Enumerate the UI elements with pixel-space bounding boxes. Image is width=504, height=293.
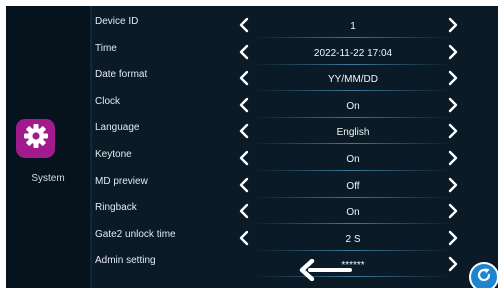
setting-label-date-format: Date format xyxy=(95,69,148,81)
chevron-left-icon[interactable] xyxy=(237,150,251,166)
setting-value-md-preview: Off xyxy=(346,180,360,192)
setting-row-ringback[interactable]: Ringback On xyxy=(92,198,498,225)
setting-label-clock: Clock xyxy=(95,95,121,107)
chevron-right-icon[interactable] xyxy=(446,123,460,139)
chevron-left-icon[interactable] xyxy=(237,203,251,219)
system-label: System xyxy=(31,173,65,184)
setting-value-admin-setting: ****** xyxy=(341,260,365,272)
chevron-right-icon[interactable] xyxy=(446,70,460,86)
chevron-left-icon[interactable] xyxy=(237,230,251,246)
setting-row-date-format[interactable]: Date format YY/MM/DD xyxy=(92,65,498,92)
setting-label-device-id: Device ID xyxy=(95,16,139,27)
setting-label-time: Time xyxy=(95,42,117,54)
setting-value-device-id: 1 xyxy=(350,21,356,32)
chevron-right-icon[interactable] xyxy=(446,230,460,246)
chevron-left-icon[interactable] xyxy=(237,177,251,193)
chevron-left-icon[interactable] xyxy=(237,97,251,113)
setting-value-date-format: YY/MM/DD xyxy=(328,74,378,86)
setting-value-time: 2022-11-22 17:04 xyxy=(313,47,393,59)
gear-icon xyxy=(22,122,50,155)
setting-label-md-preview: MD preview xyxy=(95,175,148,187)
system-menu-button[interactable] xyxy=(16,119,55,158)
chevron-right-icon[interactable] xyxy=(446,17,460,33)
chevron-left-icon[interactable] xyxy=(237,70,251,86)
left-arrow-icon xyxy=(298,258,352,282)
setting-label-language: Language xyxy=(95,122,140,134)
setting-row-admin-setting[interactable]: Admin setting ****** xyxy=(92,251,498,278)
setting-value-ringback: On xyxy=(346,207,360,219)
chevron-left-icon[interactable] xyxy=(237,17,251,33)
chevron-right-icon[interactable] xyxy=(446,177,460,193)
setting-row-keytone[interactable]: Keytone On xyxy=(92,145,498,171)
setting-label-ringback: Ringback xyxy=(95,202,137,214)
setting-label-admin-setting: Admin setting xyxy=(95,255,156,267)
chevron-left-icon[interactable] xyxy=(237,44,251,60)
setting-row-clock[interactable]: Clock On xyxy=(92,92,498,118)
chevron-right-icon[interactable] xyxy=(446,203,460,219)
setting-value-clock: On xyxy=(346,100,360,112)
row-divider xyxy=(252,276,452,278)
setting-row-gate2-unlock-time[interactable]: Gate2 unlock time 2 S xyxy=(92,225,498,251)
settings-screen: System Device ID 1 Time 2022-11-22 17:04 Dat… xyxy=(6,6,498,288)
chevron-right-icon[interactable] xyxy=(446,97,460,113)
setting-value-gate2-unlock-time: 2 S xyxy=(345,233,361,245)
refresh-icon xyxy=(475,266,493,289)
chevron-right-icon[interactable] xyxy=(446,256,460,272)
chevron-right-icon[interactable] xyxy=(446,44,460,60)
device-frame: System Device ID 1 Time 2022-11-22 17:04 Dat… xyxy=(0,0,504,293)
setting-label-keytone: Keytone xyxy=(95,149,132,160)
settings-list: Device ID 1 Time 2022-11-22 17:04 Date forma… xyxy=(92,6,498,288)
setting-row-md-preview[interactable]: MD preview Off xyxy=(92,172,498,198)
setting-value-language: English xyxy=(336,127,370,139)
refresh-button[interactable] xyxy=(469,262,498,288)
setting-row-language[interactable]: Language English xyxy=(92,118,498,145)
sidebar: System xyxy=(6,6,90,288)
chevron-right-icon[interactable] xyxy=(446,150,460,166)
setting-value-keytone: On xyxy=(346,154,360,165)
setting-row-device-id[interactable]: Device ID 1 xyxy=(92,12,498,38)
chevron-left-icon[interactable] xyxy=(237,123,251,139)
setting-row-time[interactable]: Time 2022-11-22 17:04 xyxy=(92,39,498,65)
setting-label-gate2-unlock-time: Gate2 unlock time xyxy=(95,228,176,240)
